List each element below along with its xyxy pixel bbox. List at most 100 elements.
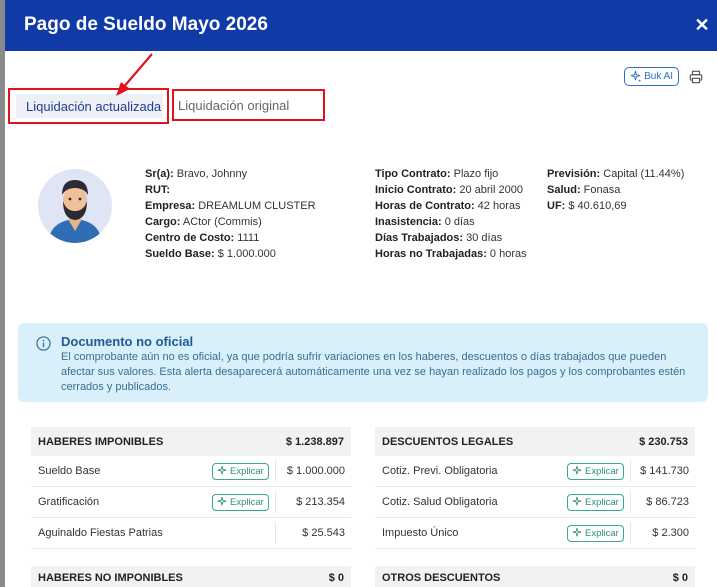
value: Bravo, Johnny	[173, 168, 248, 180]
label: RUT:	[145, 184, 171, 196]
sparkle-icon	[630, 71, 641, 82]
label: Tipo Contrato:	[375, 168, 451, 180]
explain-button[interactable]: Explicar	[567, 462, 624, 480]
alert-message: El comprobante aún no es oficial, ya que…	[61, 351, 686, 393]
row-amount: $ 25.543	[302, 527, 345, 539]
value: 1111	[234, 232, 260, 244]
employee-name: Sr(a): Bravo, Johnny	[145, 166, 365, 182]
sparkle-icon	[572, 528, 582, 537]
row-amount: $ 213.354	[296, 496, 345, 508]
payslip-modal: Pago de Sueldo Mayo 2026 ✕ Buk AI Liquid…	[5, 0, 717, 587]
value: Plazo fijo	[450, 168, 499, 180]
explain-button[interactable]: Explicar	[212, 493, 269, 511]
sparkle-icon	[217, 497, 227, 506]
tab-liquidacion-original[interactable]: Liquidación original	[172, 89, 325, 121]
toolbar: Buk AI	[624, 67, 703, 86]
explain-button[interactable]: Explicar	[567, 493, 624, 511]
panel-title: DESCUENTOS LEGALES	[382, 435, 514, 448]
unofficial-alert: Documento no oficial El comprobante aún …	[18, 323, 708, 402]
otros-descuentos-header: OTROS DESCUENTOS $ 0	[375, 566, 695, 587]
employee-info-col1: Sr(a): Bravo, Johnny RUT: Empresa: DREAM…	[145, 166, 365, 262]
tab-label: Liquidación actualizada	[26, 98, 162, 114]
dias-trabajados: Días Trabajados: 30 días	[375, 230, 535, 246]
explain-button[interactable]: Explicar	[212, 462, 269, 480]
value: 0 días	[441, 216, 475, 228]
divider	[630, 522, 631, 544]
salud: Salud: Fonasa	[547, 182, 707, 198]
value: 20 abril 2000	[456, 184, 523, 196]
sparkle-icon	[217, 466, 227, 475]
row-amount: $ 86.723	[646, 496, 689, 508]
prevision: Previsión: Capital (11.44%)	[547, 166, 707, 182]
divider	[275, 460, 276, 482]
label: Inicio Contrato:	[375, 184, 457, 196]
haberes-imponibles-panel: HABERES IMPONIBLES $ 1.238.897 Sueldo Ba…	[31, 427, 351, 549]
label: Sueldo Base:	[145, 248, 215, 260]
employee-sueldo-base: Sueldo Base: $ 1.000.000	[145, 246, 365, 262]
info-icon	[36, 336, 51, 351]
table-row: Cotiz. Salud Obligatoria Explicar $ 86.7…	[375, 487, 695, 518]
tab-label: Liquidación original	[178, 97, 290, 113]
value: $ 1.000.000	[214, 248, 276, 260]
panel-title: HABERES IMPONIBLES	[38, 435, 164, 448]
table-row: Sueldo Base Explicar $ 1.000.000	[31, 456, 351, 487]
table-row: Cotiz. Previ. Obligatoria Explicar $ 141…	[375, 456, 695, 487]
value: 42 horas	[474, 200, 521, 212]
label: Empresa:	[145, 200, 196, 212]
avatar	[38, 169, 112, 243]
divider	[630, 491, 631, 513]
sparkle-icon	[572, 466, 582, 475]
haberes-no-imponibles-header: HABERES NO IMPONIBLES $ 0	[31, 566, 351, 587]
table-row: Impuesto Único Explicar $ 2.300	[375, 518, 695, 549]
employee-cargo: Cargo: ACtor (Commis)	[145, 214, 365, 230]
panel-title: HABERES NO IMPONIBLES	[38, 572, 183, 584]
alert-title: Documento no oficial	[61, 334, 194, 349]
horas-no-trabajadas: Horas no Trabajadas: 0 horas	[375, 246, 535, 262]
explain-button[interactable]: Explicar	[567, 524, 624, 542]
table-row: Gratificación Explicar $ 213.354	[31, 487, 351, 518]
modal-title: Pago de Sueldo Mayo 2026	[24, 14, 268, 35]
employee-rut: RUT:	[145, 182, 365, 198]
value: Fonasa	[580, 184, 621, 196]
horas-contrato: Horas de Contrato: 42 horas	[375, 198, 535, 214]
label: UF:	[547, 200, 566, 212]
panel-total: $ 230.753	[639, 435, 688, 448]
close-icon[interactable]: ✕	[693, 16, 711, 34]
panel-total: $ 0	[672, 572, 688, 584]
label: Cargo:	[145, 216, 181, 228]
row-name: Impuesto Único	[382, 527, 459, 539]
panel-total: $ 0	[328, 572, 344, 584]
row-amount: $ 141.730	[640, 465, 689, 477]
label: Salud:	[547, 184, 581, 196]
explain-label: Explicar	[585, 496, 619, 508]
divider	[275, 491, 276, 513]
inicio-contrato: Inicio Contrato: 20 abril 2000	[375, 182, 535, 198]
inasistencia: Inasistencia: 0 días	[375, 214, 535, 230]
value: DREAMLUM CLUSTER	[195, 200, 316, 212]
descuentos-legales-panel: DESCUENTOS LEGALES $ 230.753 Cotiz. Prev…	[375, 427, 695, 549]
employee-empresa: Empresa: DREAMLUM CLUSTER	[145, 198, 365, 214]
value: 30 días	[463, 232, 503, 244]
buk-ai-button[interactable]: Buk AI	[624, 67, 679, 86]
uf: UF: $ 40.610,69	[547, 198, 707, 214]
explain-label: Explicar	[585, 465, 619, 477]
value: 0 horas	[486, 248, 527, 260]
value: ACtor (Commis)	[180, 216, 262, 228]
row-amount: $ 1.000.000	[286, 465, 345, 477]
employee-info-col2: Tipo Contrato: Plazo fijo Inicio Contrat…	[375, 166, 535, 262]
panel-total: $ 1.238.897	[285, 435, 344, 448]
modal-header: Pago de Sueldo Mayo 2026 ✕	[5, 0, 717, 51]
label: Días Trabajados:	[375, 232, 464, 244]
buk-ai-label: Buk AI	[644, 71, 673, 82]
print-icon[interactable]	[689, 70, 703, 84]
panel-header: DESCUENTOS LEGALES $ 230.753	[375, 427, 695, 456]
annotation-arrow	[116, 53, 153, 96]
label: Sr(a):	[145, 168, 174, 180]
explain-label: Explicar	[230, 496, 264, 508]
explain-label: Explicar	[585, 527, 619, 539]
panel-title: OTROS DESCUENTOS	[382, 572, 501, 584]
divider	[630, 460, 631, 482]
explain-label: Explicar	[230, 465, 264, 477]
label: Inasistencia:	[375, 216, 442, 228]
sparkle-icon	[572, 497, 582, 506]
